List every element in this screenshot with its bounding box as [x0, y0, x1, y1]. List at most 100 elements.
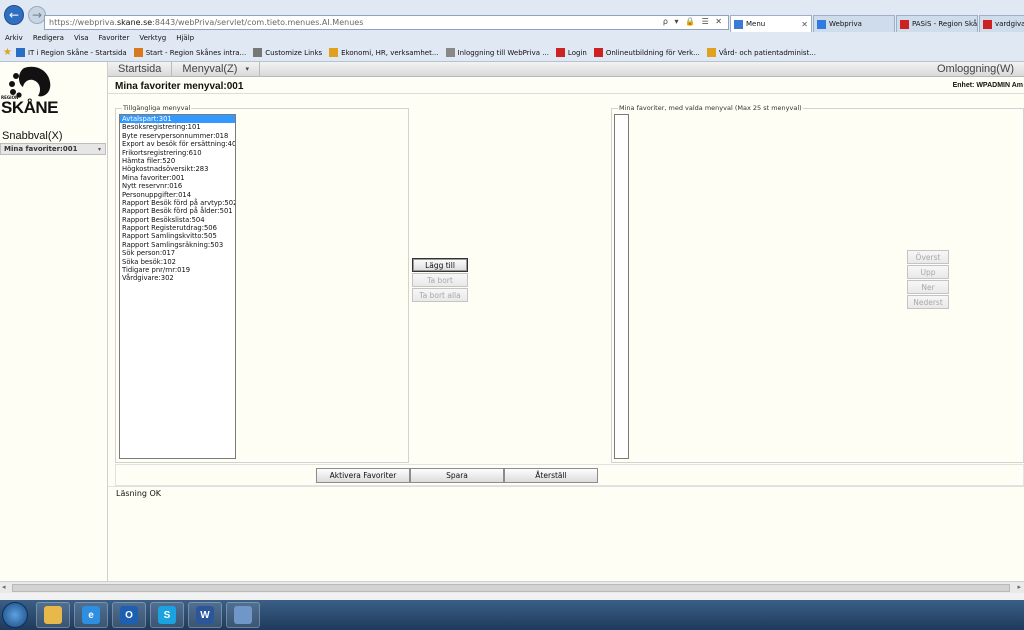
list-item[interactable]: Frikortsregistrering:610 [120, 149, 235, 157]
browser-menu-item[interactable]: Hjälp [176, 34, 194, 42]
ie-icon: e [82, 606, 100, 624]
favorite-link[interactable]: Onlineutbildning för Verk... [593, 48, 700, 57]
browser-tab[interactable]: Menu ✕ [730, 15, 812, 32]
menu-startsida[interactable]: Startsida [108, 61, 173, 77]
close-icon[interactable]: ✕ [801, 20, 808, 29]
list-item[interactable]: Högkostnadsöversikt:283 [120, 165, 235, 173]
favorite-icon [329, 48, 339, 57]
favorite-icon [253, 48, 263, 57]
favorites-star-icon[interactable]: ★ [3, 47, 12, 58]
taskbar-skype-button[interactable]: S [150, 602, 184, 628]
list-item[interactable]: Export av besök för ersättning:401 [120, 140, 235, 148]
list-item[interactable]: Byte reservpersonnummer:018 [120, 132, 235, 140]
favorite-link[interactable]: Start - Region Skånes intra... [133, 48, 247, 57]
save-button[interactable]: Spara [410, 468, 504, 483]
favorite-label: Vård- och patientadminist... [718, 48, 816, 57]
app-top-menu: Startsida Menyval(Z) ▾ Omloggning(W) [108, 61, 1024, 77]
browser-tab[interactable]: PASiS - Region Skå... [896, 15, 978, 32]
address-bar[interactable]: https://webpriva. skane.se:8443/webPriva/… [44, 15, 729, 30]
remove-all-button[interactable]: Ta bort alla [412, 288, 468, 302]
list-item[interactable]: Rapport Samlingsräkning:503 [120, 241, 235, 249]
chevron-down-icon: ▾ [245, 66, 249, 73]
back-button[interactable]: ← [4, 5, 24, 25]
taskbar-word-button[interactable]: W [188, 602, 222, 628]
taskbar-ie-button[interactable]: e [74, 602, 108, 628]
list-item[interactable]: Mina favoriter:001 [120, 174, 235, 182]
title-divider [108, 93, 1024, 94]
scrollbar-thumb[interactable] [12, 584, 1010, 592]
favorite-link[interactable]: Login [555, 48, 587, 57]
page-title: Mina favoriter menyval:001 [115, 81, 244, 92]
favorite-label: Customize Links [265, 48, 323, 57]
favorite-label: Inloggning till WebPriva ... [457, 48, 549, 57]
taskbar-outlook-button[interactable]: O [112, 602, 146, 628]
browser-tab[interactable]: vardgivare... [979, 15, 1024, 32]
browser-menu-item[interactable]: Redigera [33, 34, 64, 42]
favorite-link[interactable]: IT i Region Skåne - Startsida [15, 48, 127, 57]
list-item[interactable]: Besöksregistrering:101 [120, 123, 235, 131]
list-item[interactable]: Hämta filer:520 [120, 157, 235, 165]
tab-label: Menu [746, 20, 766, 28]
browser-tab[interactable]: Webpriva [813, 15, 895, 32]
tab-label: vardgivare... [995, 20, 1024, 28]
browser-menu-item[interactable]: Verktyg [139, 34, 166, 42]
browser-menu-item[interactable]: Favoriter [99, 34, 130, 42]
snabbval-label: Snabbval(X) [2, 130, 63, 142]
taskbar-remote-button[interactable] [226, 602, 260, 628]
menu-menyval[interactable]: Menyval(Z) ▾ [172, 61, 260, 77]
app-area: REGION SKÅNE Snabbval(X) Mina favoriter:… [0, 61, 1024, 581]
snabbval-select[interactable]: Mina favoriter:001 ▾ [0, 143, 106, 155]
favorite-icon [706, 48, 716, 57]
available-listbox[interactable]: Avtalspart:301 Besöksregistrering:101 Byte… [119, 114, 236, 459]
address-host: skane.se [117, 18, 153, 27]
favorites-legend: Mina favoriter, med valda menyval (Max 2… [618, 104, 803, 112]
move-up-button[interactable]: Upp [907, 265, 949, 279]
remove-button[interactable]: Ta bort [412, 273, 468, 287]
add-button[interactable]: Lägg till [412, 258, 468, 272]
activate-favorites-button[interactable]: Aktivera Favoriter [316, 468, 410, 483]
favorite-label: Ekonomi, HR, verksamhet... [341, 48, 439, 57]
favorite-link[interactable]: Inloggning till WebPriva ... [445, 48, 549, 57]
browser-menu-item[interactable]: Arkiv [5, 34, 23, 42]
scroll-left-icon[interactable]: ◂ [2, 583, 6, 591]
chevron-down-icon[interactable]: ▾ [98, 146, 101, 153]
list-item[interactable]: Rapport Besök förd på ålder:501 [120, 207, 235, 215]
list-item[interactable]: Söka besök:102 [120, 258, 235, 266]
browser-menu-item[interactable]: Visa [74, 34, 89, 42]
window-bottom-gap [0, 593, 1024, 600]
reset-button[interactable]: Återställ [504, 468, 598, 483]
taskbar-explorer-button[interactable] [36, 602, 70, 628]
address-prefix: https://webpriva. [49, 18, 117, 27]
move-bottom-button[interactable]: Nederst [907, 295, 949, 309]
favorite-icon [555, 48, 565, 57]
skype-icon: S [158, 606, 176, 624]
favorites-listbox[interactable] [614, 114, 629, 459]
available-legend: Tillgängliga menyval [122, 104, 192, 112]
browser-menubar: Arkiv Redigera Visa Favoriter Verktyg Hjälp [0, 32, 1024, 44]
address-icons[interactable]: ρ ▾ 🔒 ☰ ✕ [663, 17, 724, 26]
list-item[interactable]: Vårdgivare:302 [120, 274, 235, 282]
favorite-label: IT i Region Skåne - Startsida [27, 48, 127, 57]
favorite-label: Start - Region Skånes intra... [145, 48, 247, 57]
list-item[interactable]: Avtalspart:301 [120, 115, 235, 124]
tab-label: PASiS - Region Skå... [912, 20, 978, 28]
favorite-link[interactable]: Vård- och patientadminist... [706, 48, 816, 57]
move-down-button[interactable]: Ner [907, 280, 949, 294]
favorite-link[interactable]: Customize Links [253, 48, 322, 57]
list-item[interactable]: Rapport Besökslista:504 [120, 216, 235, 224]
list-item[interactable]: Personuppgifter:014 [120, 191, 235, 199]
list-item[interactable]: Sök person:017 [120, 249, 235, 257]
status-text: Läsning OK [116, 489, 162, 498]
list-item[interactable]: Rapport Samlingskvitto:505 [120, 232, 235, 240]
horizontal-scrollbar[interactable]: ◂ ▸ [0, 581, 1024, 593]
menu-omloggning[interactable]: Omloggning(W) [937, 63, 1014, 75]
snabbval-value: Mina favoriter:001 [4, 145, 78, 153]
list-item[interactable]: Rapport Registerutdrag:506 [120, 224, 235, 232]
list-item[interactable]: Nytt reservnr:016 [120, 182, 235, 190]
favorite-link[interactable]: Ekonomi, HR, verksamhet... [329, 48, 439, 57]
enhet-label: Enhet: WPADMIN Am [952, 82, 1023, 89]
scroll-right-icon[interactable]: ▸ [1017, 583, 1021, 591]
favorite-icon [445, 48, 455, 57]
move-top-button[interactable]: Överst [907, 250, 949, 264]
start-button[interactable] [2, 602, 28, 628]
